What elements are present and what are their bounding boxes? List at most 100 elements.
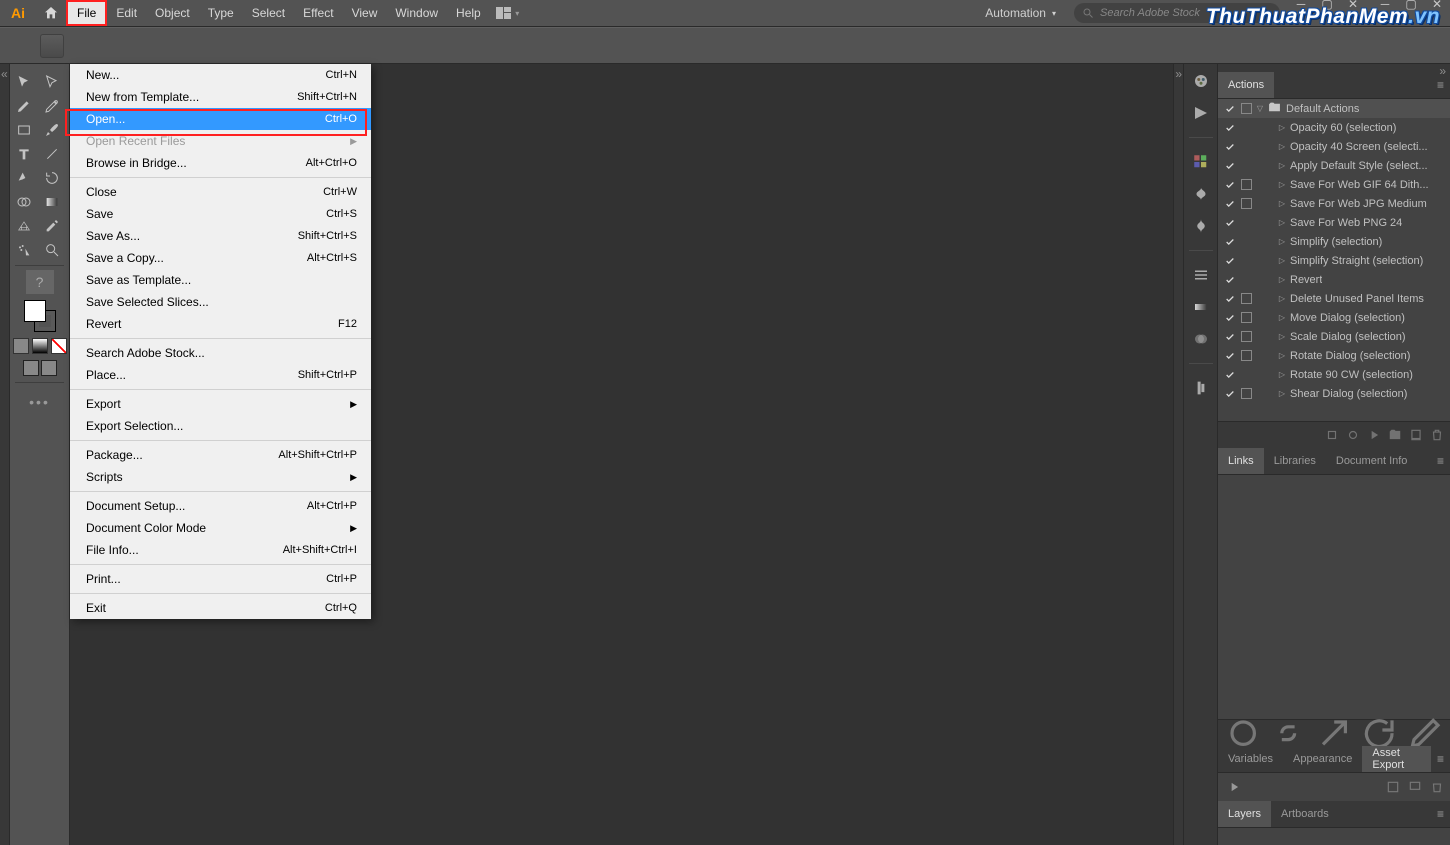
panel-menu-icon[interactable]: ≡ — [1431, 807, 1450, 821]
tab-asset-export[interactable]: Asset Export — [1362, 746, 1431, 772]
line-segment-tool[interactable] — [38, 142, 66, 166]
panel-menu-icon[interactable]: ≡ — [1431, 752, 1450, 766]
file-menu-search-adobe-stock[interactable]: Search Adobe Stock... — [70, 342, 371, 364]
new-set-icon[interactable] — [1388, 428, 1402, 442]
record-icon[interactable] — [1346, 428, 1360, 442]
shape-builder-tool[interactable] — [10, 190, 38, 214]
menu-view[interactable]: View — [343, 0, 387, 26]
selection-tool[interactable] — [10, 70, 38, 94]
file-menu-export[interactable]: Export▶ — [70, 393, 371, 415]
play-small-icon[interactable] — [1226, 780, 1242, 794]
direct-selection-tool[interactable] — [38, 70, 66, 94]
action-item[interactable]: ▷Scale Dialog (selection) — [1218, 327, 1450, 346]
action-item[interactable]: ▷Simplify Straight (selection) — [1218, 251, 1450, 270]
zoom-tool[interactable] — [38, 238, 66, 262]
edit-toolbar-button[interactable]: ••• — [10, 391, 69, 413]
tab-artboards[interactable]: Artboards — [1271, 801, 1339, 827]
gradient-mode-button[interactable] — [32, 338, 48, 354]
gradient-panel-icon[interactable] — [1187, 295, 1215, 319]
file-menu-new[interactable]: New...Ctrl+N — [70, 64, 371, 86]
tab-layers[interactable]: Layers — [1218, 801, 1271, 827]
symbols-panel-icon[interactable] — [1187, 182, 1215, 206]
menu-file[interactable]: File — [66, 0, 107, 26]
actions-folder-row[interactable]: ▽Default Actions — [1218, 99, 1450, 118]
curvature-tool[interactable] — [38, 94, 66, 118]
action-item[interactable]: ▷Save For Web JPG Medium — [1218, 194, 1450, 213]
panel-menu-icon[interactable]: ≡ — [1431, 454, 1450, 468]
side-collapse[interactable]: » — [1173, 64, 1183, 845]
menu-effect[interactable]: Effect — [294, 0, 342, 26]
action-item[interactable]: ▷Rotate Dialog (selection) — [1218, 346, 1450, 365]
file-menu-file-info[interactable]: File Info...Alt+Shift+Ctrl+I — [70, 539, 371, 561]
file-menu-browse-in-bridge[interactable]: Browse in Bridge...Alt+Ctrl+O — [70, 152, 371, 174]
file-menu-open[interactable]: Open...Ctrl+O — [70, 108, 371, 130]
export-settings-icon[interactable] — [1386, 780, 1400, 794]
action-item[interactable]: ▷Save For Web PNG 24 — [1218, 213, 1450, 232]
transparency-panel-icon[interactable] — [1187, 327, 1215, 351]
action-item[interactable]: ▷Opacity 40 Screen (selecti... — [1218, 137, 1450, 156]
file-menu-export-selection[interactable]: Export Selection... — [70, 415, 371, 437]
file-menu-place[interactable]: Place...Shift+Ctrl+P — [70, 364, 371, 386]
stroke-panel-icon[interactable] — [1187, 263, 1215, 287]
file-menu-print[interactable]: Print...Ctrl+P — [70, 568, 371, 590]
arrange-documents[interactable]: ▾ — [490, 0, 526, 26]
inner-maximize-button[interactable]: ▢ — [1314, 0, 1340, 10]
action-item[interactable]: ▷Shear Dialog (selection) — [1218, 384, 1450, 403]
tab-variables[interactable]: Variables — [1218, 746, 1283, 772]
action-item[interactable]: ▷Save For Web GIF 64 Dith... — [1218, 175, 1450, 194]
menu-select[interactable]: Select — [243, 0, 294, 26]
trash-icon[interactable] — [1430, 428, 1444, 442]
home-button[interactable] — [36, 0, 66, 26]
gradient-tool[interactable] — [38, 190, 66, 214]
brushes-panel-icon[interactable] — [1187, 214, 1215, 238]
none-mode-button[interactable] — [51, 338, 67, 354]
tools-collapse[interactable]: « — [0, 64, 10, 845]
file-menu-document-setup[interactable]: Document Setup...Alt+Ctrl+P — [70, 495, 371, 517]
draw-behind-button[interactable] — [41, 360, 57, 376]
shaper-tool[interactable] — [10, 166, 38, 190]
fill-stroke-indicator[interactable] — [24, 300, 56, 332]
file-menu-save-as[interactable]: Save As...Shift+Ctrl+S — [70, 225, 371, 247]
file-menu-exit[interactable]: ExitCtrl+Q — [70, 597, 371, 619]
fill-swatch[interactable] — [24, 300, 46, 322]
inner-close-button[interactable]: ✕ — [1340, 0, 1366, 10]
align-panel-icon[interactable] — [1187, 376, 1215, 400]
swatches-panel-icon[interactable] — [1187, 150, 1215, 174]
file-menu-close[interactable]: CloseCtrl+W — [70, 181, 371, 203]
file-menu-package[interactable]: Package...Alt+Shift+Ctrl+P — [70, 444, 371, 466]
tab-appearance[interactable]: Appearance — [1283, 746, 1362, 772]
new-action-icon[interactable] — [1409, 428, 1423, 442]
inner-minimize-button[interactable]: ─ — [1288, 0, 1314, 10]
eyedropper-tool[interactable] — [38, 214, 66, 238]
menu-object[interactable]: Object — [146, 0, 199, 26]
type-tool[interactable] — [10, 142, 38, 166]
export-folder-icon[interactable] — [1408, 780, 1422, 794]
file-menu-revert[interactable]: RevertF12 — [70, 313, 371, 335]
tab-libraries[interactable]: Libraries — [1264, 448, 1326, 474]
file-menu-document-color-mode[interactable]: Document Color Mode▶ — [70, 517, 371, 539]
panel-menu-icon[interactable]: ≡ — [1431, 78, 1450, 92]
pen-tool[interactable] — [10, 94, 38, 118]
draw-normal-button[interactable] — [23, 360, 39, 376]
file-menu-new-from-template[interactable]: New from Template...Shift+Ctrl+N — [70, 86, 371, 108]
menu-window[interactable]: Window — [386, 0, 447, 26]
paintbrush-tool[interactable] — [38, 118, 66, 142]
action-item[interactable]: ▷Rotate 90 CW (selection) — [1218, 365, 1450, 384]
menu-type[interactable]: Type — [199, 0, 243, 26]
action-item[interactable]: ▷Revert — [1218, 270, 1450, 289]
search-adobe-stock[interactable]: Search Adobe Stock — [1074, 3, 1280, 23]
file-menu-save-selected-slices[interactable]: Save Selected Slices... — [70, 291, 371, 313]
action-item[interactable]: ▷Opacity 60 (selection) — [1218, 118, 1450, 137]
color-proxy[interactable]: ? — [26, 270, 54, 294]
color-panel-icon[interactable] — [1187, 69, 1215, 93]
tab-document-info[interactable]: Document Info — [1326, 448, 1418, 474]
tab-links[interactable]: Links — [1218, 448, 1264, 474]
rectangle-tool[interactable] — [10, 118, 38, 142]
rotate-tool[interactable] — [38, 166, 66, 190]
export-trash-icon[interactable] — [1430, 780, 1444, 794]
file-menu-save-a-copy[interactable]: Save a Copy...Alt+Ctrl+S — [70, 247, 371, 269]
minimize-button[interactable]: ─ — [1372, 0, 1398, 10]
file-menu-save-as-template[interactable]: Save as Template... — [70, 269, 371, 291]
maximize-button[interactable]: ▢ — [1398, 0, 1424, 10]
menu-help[interactable]: Help — [447, 0, 490, 26]
